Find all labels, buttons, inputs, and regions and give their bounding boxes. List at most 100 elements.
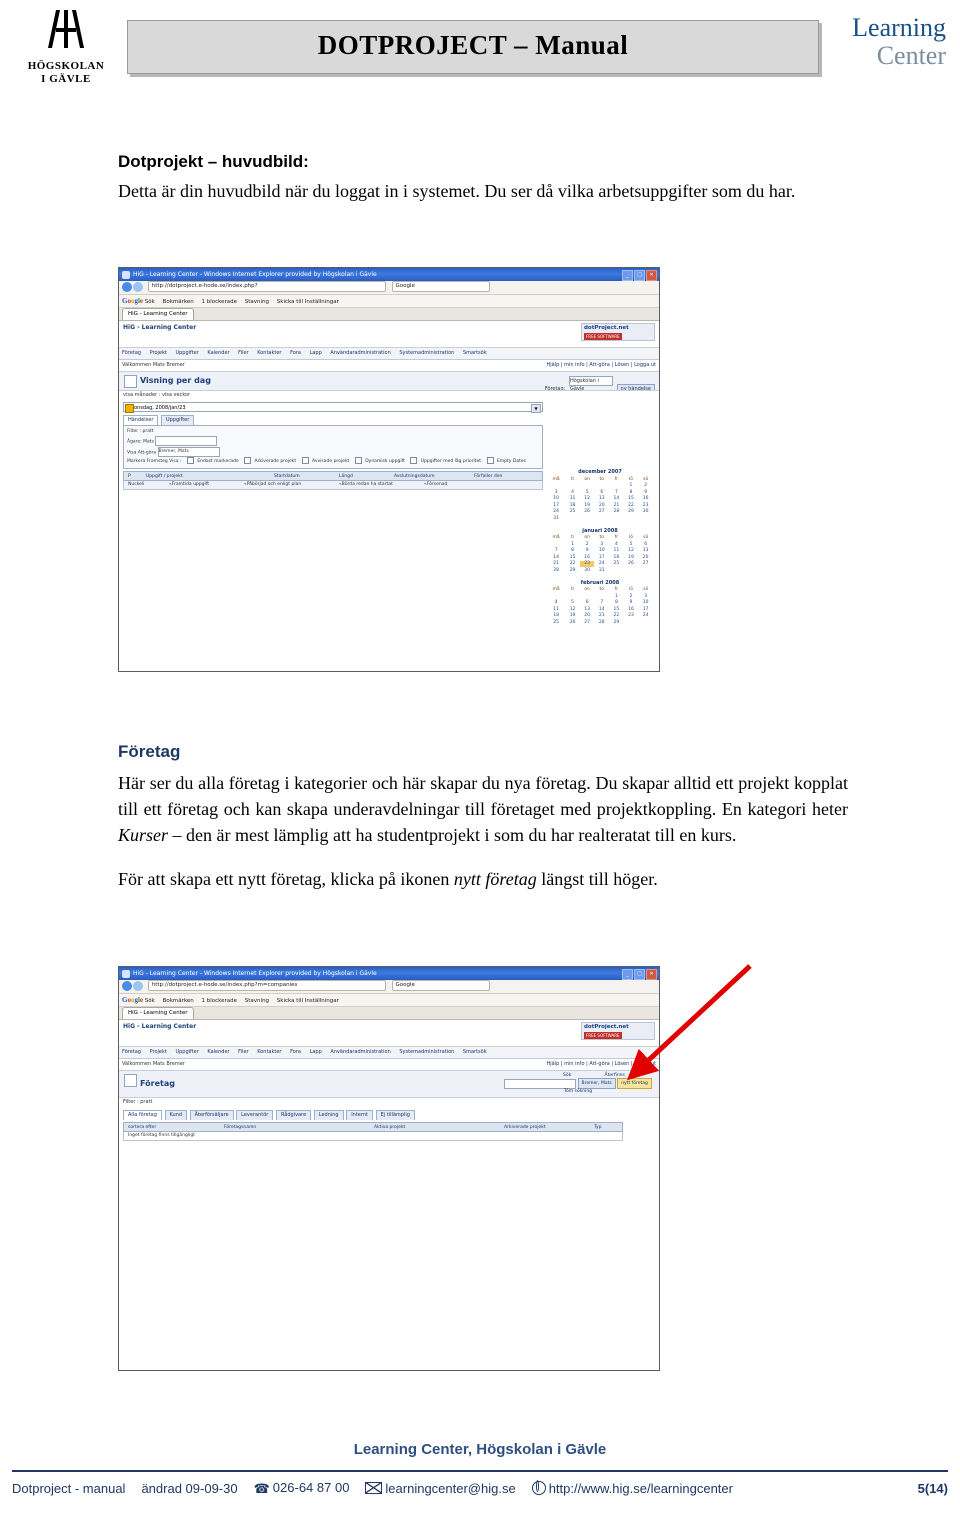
close-button-2[interactable]: ✕ — [646, 969, 657, 980]
toolbar-item-installningar[interactable]: Inställningar — [305, 299, 339, 305]
back-icon[interactable] — [122, 281, 132, 292]
search-input[interactable] — [504, 1078, 577, 1089]
tab-internt[interactable]: Internt — [346, 1110, 373, 1120]
calendar-day[interactable]: 29 — [565, 567, 580, 574]
chevron-down-icon[interactable]: ▼ — [531, 404, 541, 413]
menu-item-kalender[interactable]: Kalender — [207, 350, 229, 356]
back-icon-2[interactable] — [122, 980, 132, 991]
tab-aterforsaljare[interactable]: Återförsäljare — [189, 1110, 234, 1120]
menu2-item-anvandaradministration[interactable]: Användaradministration — [330, 1049, 390, 1055]
minimize-button[interactable]: _ — [622, 270, 633, 281]
todo-select[interactable]: Bremer, Mats — [157, 446, 220, 457]
maximize-button[interactable]: □ — [634, 270, 645, 281]
menu2-item-kalender[interactable]: Kalender — [207, 1049, 229, 1055]
checkbox-endast-markerade[interactable] — [186, 457, 194, 464]
menu2-item-fora[interactable]: Fora — [290, 1049, 301, 1055]
forward-icon-2[interactable] — [133, 980, 143, 991]
company-search-panel[interactable]: Sök Återfinns Bremer, Mats nytt företag … — [503, 1073, 653, 1094]
calendar-day[interactable]: 31 — [594, 567, 609, 574]
close-button[interactable]: ✕ — [646, 270, 657, 281]
calendar-day[interactable]: 30 — [580, 567, 595, 574]
footer-url[interactable]: http://www.hig.se/learningcenter — [549, 1481, 733, 1496]
calendar-picker-icon[interactable] — [125, 404, 134, 413]
dp-tabs-1[interactable]: Händelser Uppgifter — [123, 415, 659, 425]
menu-item-smartsok[interactable]: Smartsök — [463, 350, 487, 356]
browser-tab-1[interactable]: HiG - Learning Center — [122, 308, 194, 320]
ie-tabstrip-1[interactable]: HiG - Learning Center — [119, 308, 659, 321]
menu-item-fora[interactable]: Fora — [290, 350, 301, 356]
toolbar2-item-installningar[interactable]: Inställningar — [305, 998, 339, 1004]
date-picker-field[interactable]: onsdag, 2008/jan/23 ▼ — [123, 402, 543, 413]
menu2-item-foretag[interactable]: Företag — [122, 1049, 141, 1055]
menu-item-kontakter[interactable]: Kontakter — [257, 350, 281, 356]
window-buttons-2[interactable]: _ □ ✕ — [622, 969, 657, 980]
menu2-item-kontakter[interactable]: Kontakter — [257, 1049, 281, 1055]
toolbar-item-blockerade[interactable]: 1 blockerade — [201, 299, 237, 305]
col-foretagsnamn[interactable]: Företagsnamn — [224, 1123, 256, 1131]
ie-tabstrip-2[interactable]: HiG - Learning Center — [119, 1007, 659, 1020]
col-typ[interactable]: Typ — [594, 1123, 602, 1131]
checkbox-lag-prioritet[interactable] — [410, 457, 418, 464]
toolbar2-item-sok[interactable]: Sök — [145, 998, 155, 1004]
clear-search-link[interactable]: Töm sökning — [564, 1089, 592, 1094]
month-week-links[interactable]: visa månader : visa veckor — [119, 391, 659, 400]
checkbox-dynamisk-uppgift[interactable] — [354, 457, 362, 464]
toolbar-item-bokmarken[interactable]: Bokmärken — [163, 299, 194, 305]
forward-icon[interactable] — [133, 281, 143, 292]
browser-tab-2[interactable]: HiG - Learning Center — [122, 1007, 194, 1019]
menu-item-foretag[interactable]: Företag — [122, 350, 141, 356]
page-controls-1[interactable]: Företag: Högskolan i Gävle ny händelse — [545, 376, 655, 390]
menu2-item-systemadministration[interactable]: Systemadministration — [399, 1049, 454, 1055]
tab-handelser[interactable]: Händelser — [123, 415, 159, 425]
address-input-1[interactable]: http://dotproject.e-hode.se/index.php? — [147, 281, 386, 292]
address-input-2[interactable]: http://dotproject.e-hode.se/index.php?m=… — [147, 980, 386, 991]
col-p[interactable]: P — [128, 472, 131, 480]
tab-kund[interactable]: Kund — [164, 1110, 188, 1120]
calendar-day[interactable]: 28 — [594, 619, 609, 626]
footer-email[interactable]: learningcenter@hig.se — [385, 1481, 515, 1496]
toolbar2-item-stavning[interactable]: Stavning — [245, 998, 269, 1004]
toolbar2-item-blockerade[interactable]: 1 blockerade — [201, 998, 237, 1004]
calendar-day[interactable]: 27 — [580, 619, 595, 626]
checkbox-avvisade-projekt[interactable] — [301, 457, 309, 464]
col-langd[interactable]: Längd — [339, 472, 353, 480]
google-toolbar-1[interactable]: Google Sök Bokmärken 1 blockerade Stavni… — [119, 295, 659, 308]
maximize-button-2[interactable]: □ — [634, 969, 645, 980]
menu-item-projekt[interactable]: Projekt — [150, 350, 167, 356]
ie-address-bar-2[interactable]: http://dotproject.e-hode.se/index.php?m=… — [119, 980, 659, 994]
calendar-day[interactable]: 29 — [609, 619, 624, 626]
filter-select[interactable]: Bremer, Mats — [577, 1078, 616, 1089]
tab-alla-foretag[interactable]: Alla företag — [123, 1110, 162, 1120]
menu-item-systemadministration[interactable]: Systemadministration — [399, 350, 454, 356]
menu2-item-projekt[interactable]: Projekt — [150, 1049, 167, 1055]
calendar-day[interactable]: 25 — [547, 619, 565, 626]
col-aktiva-projekt[interactable]: Aktiva projekt — [374, 1123, 405, 1131]
tab-ledning[interactable]: Ledning — [313, 1110, 344, 1120]
calendar-day[interactable]: 26 — [565, 619, 580, 626]
menu2-item-uppgifter[interactable]: Uppgifter — [175, 1049, 198, 1055]
tab-radgivare[interactable]: Rådgivare — [275, 1110, 312, 1120]
company-tabs[interactable]: Alla företag Kund Återförsäljare Leveran… — [123, 1110, 659, 1120]
tab-uppgifter[interactable]: Uppgifter — [160, 415, 195, 425]
menu2-item-lapp[interactable]: Lapp — [310, 1049, 322, 1055]
menu2-item-filer[interactable]: Filer — [238, 1049, 248, 1055]
menu-item-filer[interactable]: Filer — [238, 350, 248, 356]
toolbar2-item-bokmarken[interactable]: Bokmärken — [163, 998, 194, 1004]
minimize-button-2[interactable]: _ — [622, 969, 633, 980]
col-forfaller[interactable]: Förfaller den — [474, 472, 502, 480]
menu-item-anvandaradministration[interactable]: Användaradministration — [330, 350, 390, 356]
checkbox-empty-dates[interactable] — [486, 457, 494, 464]
tab-leverantor[interactable]: Leverantör — [236, 1110, 274, 1120]
dotproject-menu-1[interactable]: Företag Projekt Uppgifter Kalender Filer… — [119, 348, 659, 360]
calendar-day[interactable]: 31 — [547, 515, 565, 522]
col-startdatum[interactable]: Startdatum — [274, 472, 300, 480]
toolbar-item-sok[interactable]: Sök — [145, 299, 155, 305]
checkbox-arkiverade-projekt[interactable] — [244, 457, 252, 464]
window-buttons-1[interactable]: _ □ ✕ — [622, 270, 657, 281]
ie-search-box-1[interactable]: Google — [391, 281, 490, 292]
menu2-item-smartsok[interactable]: Smartsök — [463, 1049, 487, 1055]
toolbar-item-skicka-till[interactable]: Skicka till — [277, 299, 303, 305]
col-uppgift[interactable]: Uppgift / projekt — [146, 472, 183, 480]
toolbar-item-stavning[interactable]: Stavning — [245, 299, 269, 305]
col-avslutningsdatum[interactable]: Avslutningsdatum — [394, 472, 434, 480]
